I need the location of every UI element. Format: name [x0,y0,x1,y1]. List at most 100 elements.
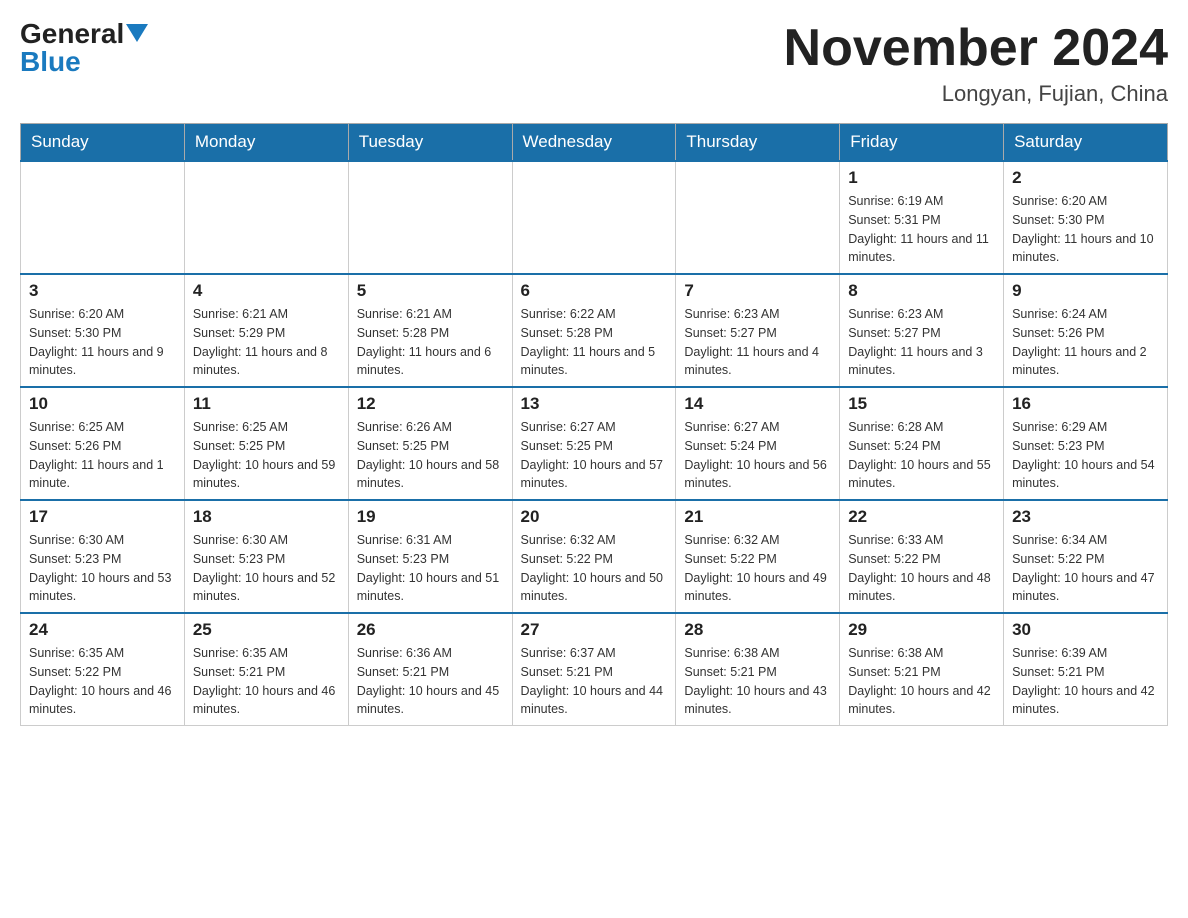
calendar-week-row: 1Sunrise: 6:19 AMSunset: 5:31 PMDaylight… [21,161,1168,274]
weekday-header-sunday: Sunday [21,124,185,162]
weekday-header-tuesday: Tuesday [348,124,512,162]
day-number: 23 [1012,507,1159,527]
day-number: 15 [848,394,995,414]
day-number: 13 [521,394,668,414]
calendar-cell: 25 Sunrise: 6:35 AMSunset: 5:21 PMDayligh… [184,613,348,726]
day-info: Sunrise: 6:21 AMSunset: 5:29 PMDaylight:… [193,305,340,380]
day-info: Sunrise: 6:26 AMSunset: 5:25 PMDaylight:… [357,418,504,493]
day-info: Sunrise: 6:30 AMSunset: 5:23 PMDaylight:… [193,531,340,606]
day-info: Sunrise: 6:36 AMSunset: 5:21 PMDaylight:… [357,644,504,719]
day-number: 10 [29,394,176,414]
calendar-cell: 22Sunrise: 6:33 AMSunset: 5:22 PMDayligh… [840,500,1004,613]
day-number: 11 [193,394,340,414]
calendar-week-row: 17 Sunrise: 6:30 AMSunset: 5:23 PMDayligh… [21,500,1168,613]
calendar-week-row: 10 Sunrise: 6:25 AMSunset: 5:26 PMDayligh… [21,387,1168,500]
day-info: Sunrise: 6:23 AMSunset: 5:27 PMDaylight:… [684,305,831,380]
day-number: 17 [29,507,176,527]
day-number: 5 [357,281,504,301]
day-info: Sunrise: 6:35 AMSunset: 5:22 PMDaylight:… [29,644,176,719]
day-info: Sunrise: 6:37 AMSunset: 5:21 PMDaylight:… [521,644,668,719]
day-info: Sunrise: 6:25 AMSunset: 5:25 PMDaylight:… [193,418,340,493]
calendar-cell: 8Sunrise: 6:23 AMSunset: 5:27 PMDaylight… [840,274,1004,387]
calendar-cell: 28Sunrise: 6:38 AMSunset: 5:21 PMDayligh… [676,613,840,726]
calendar-cell: 3 Sunrise: 6:20 AMSunset: 5:30 PMDaylight… [21,274,185,387]
calendar-cell: 26 Sunrise: 6:36 AMSunset: 5:21 PMDayligh… [348,613,512,726]
calendar-cell: 24 Sunrise: 6:35 AMSunset: 5:22 PMDayligh… [21,613,185,726]
day-info: Sunrise: 6:27 AMSunset: 5:24 PMDaylight:… [684,418,831,493]
calendar-table: SundayMondayTuesdayWednesdayThursdayFrid… [20,123,1168,726]
weekday-header-wednesday: Wednesday [512,124,676,162]
day-info: Sunrise: 6:29 AMSunset: 5:23 PMDaylight:… [1012,418,1159,493]
calendar-cell: 19 Sunrise: 6:31 AMSunset: 5:23 PMDayligh… [348,500,512,613]
logo-arrow-icon [126,24,148,46]
day-number: 20 [521,507,668,527]
day-number: 28 [684,620,831,640]
day-number: 29 [848,620,995,640]
day-info: Sunrise: 6:34 AMSunset: 5:22 PMDaylight:… [1012,531,1159,606]
day-number: 25 [193,620,340,640]
weekday-header-row: SundayMondayTuesdayWednesdayThursdayFrid… [21,124,1168,162]
day-info: Sunrise: 6:25 AMSunset: 5:26 PMDaylight:… [29,418,176,493]
day-info: Sunrise: 6:35 AMSunset: 5:21 PMDaylight:… [193,644,340,719]
day-number: 2 [1012,168,1159,188]
calendar-cell: 18 Sunrise: 6:30 AMSunset: 5:23 PMDayligh… [184,500,348,613]
calendar-cell: 2 Sunrise: 6:20 AMSunset: 5:30 PMDaylight… [1004,161,1168,274]
calendar-cell: 11 Sunrise: 6:25 AMSunset: 5:25 PMDayligh… [184,387,348,500]
day-number: 22 [848,507,995,527]
calendar-cell [21,161,185,274]
day-info: Sunrise: 6:21 AMSunset: 5:28 PMDaylight:… [357,305,504,380]
calendar-cell: 29 Sunrise: 6:38 AMSunset: 5:21 PMDayligh… [840,613,1004,726]
day-info: Sunrise: 6:38 AMSunset: 5:21 PMDaylight:… [848,644,995,719]
day-number: 12 [357,394,504,414]
day-info: Sunrise: 6:27 AMSunset: 5:25 PMDaylight:… [521,418,668,493]
calendar-cell [512,161,676,274]
day-number: 3 [29,281,176,301]
calendar-cell [348,161,512,274]
calendar-week-row: 3 Sunrise: 6:20 AMSunset: 5:30 PMDaylight… [21,274,1168,387]
day-info: Sunrise: 6:24 AMSunset: 5:26 PMDaylight:… [1012,305,1159,380]
day-info: Sunrise: 6:32 AMSunset: 5:22 PMDaylight:… [521,531,668,606]
calendar-cell: 15Sunrise: 6:28 AMSunset: 5:24 PMDayligh… [840,387,1004,500]
calendar-cell: 30Sunrise: 6:39 AMSunset: 5:21 PMDayligh… [1004,613,1168,726]
calendar-cell: 21 Sunrise: 6:32 AMSunset: 5:22 PMDayligh… [676,500,840,613]
day-number: 7 [684,281,831,301]
day-number: 6 [521,281,668,301]
day-info: Sunrise: 6:22 AMSunset: 5:28 PMDaylight:… [521,305,668,380]
calendar-cell: 1Sunrise: 6:19 AMSunset: 5:31 PMDaylight… [840,161,1004,274]
month-title: November 2024 [784,20,1168,77]
day-number: 9 [1012,281,1159,301]
calendar-cell: 9 Sunrise: 6:24 AMSunset: 5:26 PMDaylight… [1004,274,1168,387]
day-info: Sunrise: 6:32 AMSunset: 5:22 PMDaylight:… [684,531,831,606]
day-info: Sunrise: 6:39 AMSunset: 5:21 PMDaylight:… [1012,644,1159,719]
day-number: 14 [684,394,831,414]
day-number: 19 [357,507,504,527]
day-number: 27 [521,620,668,640]
calendar-cell: 27 Sunrise: 6:37 AMSunset: 5:21 PMDayligh… [512,613,676,726]
calendar-cell: 13 Sunrise: 6:27 AMSunset: 5:25 PMDayligh… [512,387,676,500]
weekday-header-friday: Friday [840,124,1004,162]
calendar-cell: 5 Sunrise: 6:21 AMSunset: 5:28 PMDaylight… [348,274,512,387]
calendar-cell: 4Sunrise: 6:21 AMSunset: 5:29 PMDaylight… [184,274,348,387]
weekday-header-monday: Monday [184,124,348,162]
day-info: Sunrise: 6:31 AMSunset: 5:23 PMDaylight:… [357,531,504,606]
day-info: Sunrise: 6:23 AMSunset: 5:27 PMDaylight:… [848,305,995,380]
calendar-cell [184,161,348,274]
weekday-header-saturday: Saturday [1004,124,1168,162]
day-number: 26 [357,620,504,640]
day-number: 1 [848,168,995,188]
calendar-cell: 20 Sunrise: 6:32 AMSunset: 5:22 PMDayligh… [512,500,676,613]
weekday-header-thursday: Thursday [676,124,840,162]
calendar-week-row: 24 Sunrise: 6:35 AMSunset: 5:22 PMDayligh… [21,613,1168,726]
location-subtitle: Longyan, Fujian, China [784,81,1168,107]
day-info: Sunrise: 6:20 AMSunset: 5:30 PMDaylight:… [1012,192,1159,267]
day-number: 21 [684,507,831,527]
day-number: 18 [193,507,340,527]
day-number: 24 [29,620,176,640]
calendar-cell: 10 Sunrise: 6:25 AMSunset: 5:26 PMDayligh… [21,387,185,500]
calendar-cell [676,161,840,274]
calendar-cell: 14 Sunrise: 6:27 AMSunset: 5:24 PMDayligh… [676,387,840,500]
logo-blue-text: Blue [20,48,81,76]
calendar-cell: 6 Sunrise: 6:22 AMSunset: 5:28 PMDaylight… [512,274,676,387]
day-info: Sunrise: 6:20 AMSunset: 5:30 PMDaylight:… [29,305,176,380]
calendar-cell: 16Sunrise: 6:29 AMSunset: 5:23 PMDayligh… [1004,387,1168,500]
